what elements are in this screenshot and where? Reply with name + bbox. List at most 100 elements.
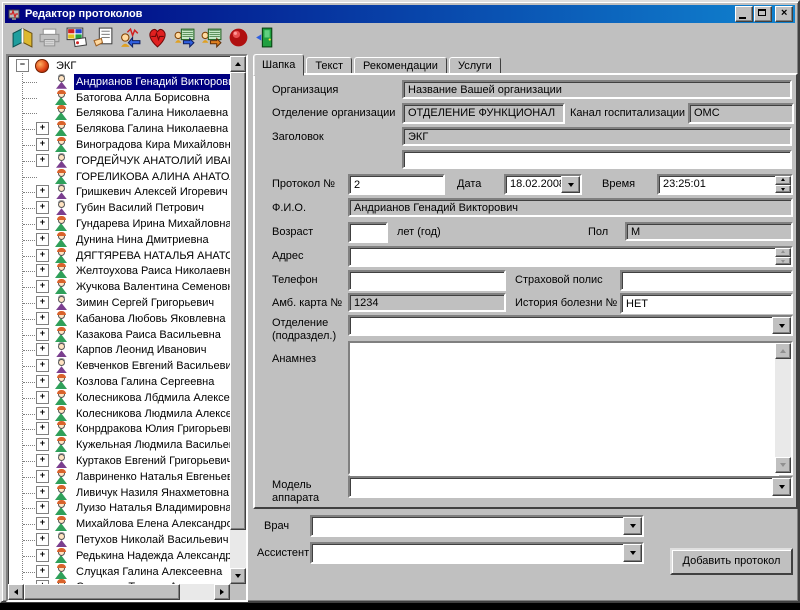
- tree-expand-toggle[interactable]: +: [36, 391, 49, 404]
- tree-item[interactable]: + Ливичук Назиля Янахметовна: [8, 485, 230, 501]
- tree-expand-toggle[interactable]: +: [36, 565, 49, 578]
- send-to-device-orange-button[interactable]: [199, 25, 224, 50]
- print-button[interactable]: [37, 25, 62, 50]
- tree-item[interactable]: + Карпов Леонид Иванович: [8, 342, 230, 358]
- tree-item[interactable]: + Жучкова Валентина Семеновна: [8, 279, 230, 295]
- date-combobox[interactable]: 18.02.2008: [504, 174, 582, 195]
- tree-item[interactable]: + Михайлова Елена Александров: [8, 516, 230, 532]
- doctor-dropdown-button[interactable]: [623, 517, 642, 535]
- tree-expand-toggle[interactable]: +: [36, 549, 49, 562]
- send-to-device-blue-button[interactable]: [172, 25, 197, 50]
- tree-item[interactable]: + Виноградова Кира Михайловна: [8, 137, 230, 153]
- tree-item[interactable]: + Куртаков Евгений Григорьевич: [8, 453, 230, 469]
- scroll-up-button[interactable]: [775, 343, 791, 359]
- assistant-dropdown-button[interactable]: [623, 544, 642, 562]
- scroll-up-button[interactable]: [230, 56, 246, 72]
- tree-item[interactable]: + Кевченков Евгений Васильевич: [8, 358, 230, 374]
- policy-input[interactable]: [620, 270, 793, 291]
- tree-view[interactable]: − ЭКГ Андрианов Генадий Викторович Батог…: [8, 56, 230, 584]
- exit-button[interactable]: [253, 25, 278, 50]
- tree-item[interactable]: + Кабанова Любовь Яковлевна: [8, 311, 230, 327]
- tree-item[interactable]: + Казакова Раиса Васильевна: [8, 327, 230, 343]
- tree-expand-toggle[interactable]: +: [36, 217, 49, 230]
- assistant-combobox[interactable]: [310, 542, 644, 564]
- tree-item[interactable]: + Белякова Галина Николаевна: [8, 121, 230, 137]
- history-input[interactable]: [620, 293, 793, 314]
- copy-protocol-button[interactable]: [91, 25, 116, 50]
- tree-item[interactable]: + Редькина Надежда Александро: [8, 548, 230, 564]
- tree-expand-toggle[interactable]: +: [36, 517, 49, 530]
- tree-item[interactable]: + Конрдракова Юлия Григорьевн: [8, 421, 230, 437]
- model-dropdown-button[interactable]: [772, 478, 791, 496]
- tree-expand-toggle[interactable]: +: [36, 154, 49, 167]
- maximize-button[interactable]: [754, 6, 772, 22]
- tree-expand-toggle[interactable]: +: [36, 343, 49, 356]
- tree-item[interactable]: + Козлова Галина Сергеевна: [8, 374, 230, 390]
- tree-expand-toggle[interactable]: +: [36, 296, 49, 309]
- anamnesis-textarea[interactable]: [350, 343, 779, 477]
- protocol-input[interactable]: [348, 174, 445, 195]
- tree-item[interactable]: + Лавриненко Наталья Евгеньев: [8, 469, 230, 485]
- unit-combobox[interactable]: [348, 315, 793, 336]
- address-field[interactable]: [348, 246, 793, 267]
- tree-expand-toggle[interactable]: +: [36, 249, 49, 262]
- tree-item[interactable]: + ГОРДЕЙЧУК АНАТОЛИЙ ИВАН: [8, 153, 230, 169]
- model-combobox[interactable]: [348, 476, 793, 498]
- tree-expand-toggle[interactable]: +: [36, 185, 49, 198]
- help-book-button[interactable]: [10, 25, 35, 50]
- tree-expand-toggle[interactable]: −: [16, 59, 29, 72]
- time-spinner[interactable]: 23:25:01: [657, 174, 793, 195]
- scroll-right-button[interactable]: [214, 584, 230, 600]
- tree-item[interactable]: + Губин Василий Петрович: [8, 200, 230, 216]
- tab-Шапка[interactable]: Шапка: [253, 54, 304, 76]
- phone-input[interactable]: [348, 270, 506, 291]
- tree-expand-toggle[interactable]: +: [36, 359, 49, 372]
- record-button[interactable]: [226, 25, 251, 50]
- tree-item[interactable]: + Желтоухова Раиса Николаевна: [8, 263, 230, 279]
- tree-item[interactable]: + Гундарева Ирина Михайловна: [8, 216, 230, 232]
- tree-expand-toggle[interactable]: +: [36, 422, 49, 435]
- tree-item[interactable]: + Кужельная Людмила Васильев: [8, 437, 230, 453]
- time-up-button[interactable]: [775, 176, 791, 185]
- heart-ecg-button[interactable]: [145, 25, 170, 50]
- add-protocol-button[interactable]: Добавить протокол: [670, 548, 793, 575]
- time-down-button[interactable]: [775, 185, 791, 194]
- tree-expand-toggle[interactable]: +: [36, 201, 49, 214]
- age-input[interactable]: [348, 222, 388, 243]
- tree-item[interactable]: − ЭКГ: [8, 58, 230, 74]
- close-button[interactable]: ×: [775, 6, 793, 22]
- subheader-field[interactable]: [402, 150, 792, 169]
- vertical-scroll-thumb[interactable]: [230, 72, 246, 530]
- scroll-down-button[interactable]: [230, 568, 246, 584]
- tree-expand-toggle[interactable]: +: [36, 533, 49, 546]
- unit-dropdown-button[interactable]: [772, 317, 791, 334]
- tree-item[interactable]: + Колесникова Лбдмила Алексее: [8, 390, 230, 406]
- tree-expand-toggle[interactable]: +: [36, 122, 49, 135]
- tree-expand-toggle[interactable]: +: [36, 438, 49, 451]
- tree-item[interactable]: + Гришкевич Алексей Игоревич: [8, 184, 230, 200]
- tree-item-selected[interactable]: Андрианов Генадий Викторович: [8, 74, 230, 90]
- tree-expand-toggle[interactable]: +: [36, 501, 49, 514]
- tree-expand-toggle[interactable]: +: [36, 407, 49, 420]
- tree-expand-toggle[interactable]: +: [36, 470, 49, 483]
- anamnesis-scrollbar[interactable]: [775, 343, 791, 473]
- address-down-button[interactable]: [775, 257, 791, 266]
- tree-item[interactable]: Батогова Алла Борисовна: [8, 90, 230, 106]
- tree-expand-toggle[interactable]: +: [36, 312, 49, 325]
- tree-item[interactable]: ГОРЕЛИКОВА АЛИНА АНАТОЛ: [8, 169, 230, 185]
- tree-item[interactable]: Белякова Галина Николаевна: [8, 105, 230, 121]
- tree-expand-toggle[interactable]: +: [36, 328, 49, 341]
- tree-item[interactable]: + Луизо Наталья Владимировна: [8, 500, 230, 516]
- import-patient-ecg-button[interactable]: [118, 25, 143, 50]
- minimize-button[interactable]: [735, 6, 753, 22]
- tree-item[interactable]: + Зимин Сергей Григорьевич: [8, 295, 230, 311]
- tree-vertical-scrollbar[interactable]: [230, 56, 246, 584]
- tree-expand-toggle[interactable]: +: [36, 486, 49, 499]
- scroll-down-button[interactable]: [775, 457, 791, 473]
- tree-expand-toggle[interactable]: +: [36, 280, 49, 293]
- tree-expand-toggle[interactable]: +: [36, 264, 49, 277]
- tree-item[interactable]: + Колесникова Людмила Алексе: [8, 406, 230, 422]
- tree-item[interactable]: + Петухов Николай Васильевич: [8, 532, 230, 548]
- display-settings-button[interactable]: [64, 25, 89, 50]
- address-up-button[interactable]: [775, 248, 791, 257]
